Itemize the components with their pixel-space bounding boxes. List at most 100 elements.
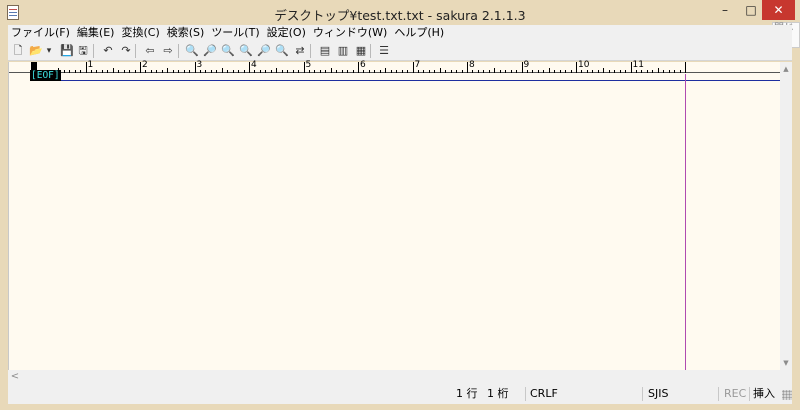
ruler-tick — [390, 70, 392, 73]
ruler-number: 4 — [251, 60, 257, 70]
ruler-tick — [461, 70, 463, 73]
compare-icon[interactable]: ▤ — [317, 43, 333, 59]
replace-icon[interactable]: 🔎 — [256, 43, 272, 59]
menu-item[interactable]: ヘルプ(H) — [391, 25, 448, 41]
menu-item[interactable]: 編集(E) — [74, 25, 119, 41]
ruler-tick — [325, 70, 327, 73]
undo-icon[interactable]: ↶ — [100, 43, 116, 59]
ruler-tick — [96, 70, 98, 73]
jump-icon[interactable]: ⇄ — [292, 43, 308, 59]
menu-item[interactable]: ウィンドウ(W) — [310, 25, 391, 41]
ruler-tick — [74, 70, 76, 73]
ruler-tick — [554, 70, 556, 73]
menu-item[interactable]: ファイル(F) — [8, 25, 74, 41]
ruler-tick — [303, 62, 305, 73]
status-bar: 1 行 1 桁 CRLF SJIS REC 挿入 — [8, 384, 792, 404]
redo-icon[interactable]: ↷ — [118, 43, 134, 59]
ruler-tick — [652, 70, 654, 73]
filter-icon[interactable]: ▦ — [353, 43, 369, 59]
horizontal-scrollbar[interactable]: < — [8, 370, 780, 384]
scroll-left-arrow-icon[interactable]: < — [8, 370, 22, 384]
ruler-number: 8 — [469, 60, 475, 70]
ruler-tick — [118, 70, 120, 73]
ruler-tick — [270, 70, 272, 73]
back-icon[interactable]: ⇦ — [142, 43, 158, 59]
settings-icon[interactable]: ☰ — [376, 43, 392, 59]
ruler-tick — [537, 70, 539, 73]
ruler-tick — [576, 62, 577, 73]
open-dropdown-icon[interactable]: ▾ — [45, 43, 53, 59]
ruler-number: 5 — [305, 60, 312, 70]
ruler-tick — [407, 70, 409, 73]
ruler-tick — [412, 62, 414, 73]
status-divider — [749, 387, 750, 401]
ruler-tick — [614, 70, 616, 73]
ruler-tick — [298, 70, 300, 73]
ruler-tick — [80, 70, 82, 73]
scroll-up-arrow-icon[interactable]: ▲ — [780, 62, 792, 76]
ruler-tick — [674, 70, 676, 73]
grep-icon[interactable]: 🔍 — [238, 43, 254, 59]
menu-item[interactable]: 設定(O) — [264, 25, 310, 41]
ruler-tick — [548, 68, 550, 73]
menu-item[interactable]: 検索(S) — [164, 25, 209, 41]
ruler-tick — [249, 62, 250, 73]
ruler-tick — [85, 62, 87, 73]
status-insert-mode[interactable]: 挿入 — [753, 384, 775, 404]
ruler-tick — [565, 70, 567, 73]
ruler-tick — [543, 70, 545, 73]
scroll-corner — [780, 370, 792, 384]
ruler-tick — [330, 68, 332, 73]
search-next-icon[interactable]: 🔍 — [220, 43, 236, 59]
vertical-scrollbar[interactable]: ▲ ▼ — [780, 62, 792, 370]
minimize-button[interactable]: – — [712, 0, 738, 20]
toolbar-separator — [310, 44, 311, 58]
menu-item[interactable]: ツール(T) — [208, 25, 263, 41]
toolbar-separator — [135, 44, 136, 58]
ruler-tick — [150, 70, 152, 73]
menu-item[interactable]: 変換(C) — [118, 25, 163, 41]
status-encoding[interactable]: SJIS — [648, 384, 668, 404]
close-button[interactable]: ✕ — [762, 0, 795, 20]
ruler-tick — [663, 70, 665, 73]
maximize-button[interactable]: □ — [738, 0, 764, 20]
ruler-tick — [488, 70, 490, 73]
search-prev-icon[interactable]: 🔎 — [202, 43, 218, 59]
outline-icon[interactable]: ▥ — [335, 43, 351, 59]
open-file-icon[interactable]: 📂 — [28, 43, 44, 59]
ruler-tick — [216, 70, 218, 73]
new-file-icon[interactable]: 🗋 — [10, 43, 26, 59]
ruler-tick — [592, 70, 594, 73]
save-all-icon[interactable]: 🖫 — [75, 43, 91, 59]
status-rec[interactable]: REC — [724, 384, 746, 404]
status-line-ending[interactable]: CRLF — [530, 384, 558, 404]
resize-grip[interactable] — [782, 390, 792, 400]
scroll-down-arrow-icon[interactable]: ▼ — [780, 356, 792, 370]
ruler-tick — [352, 70, 354, 73]
title-bar[interactable]: デスクトップ¥test.txt.txt - sakura 2.1.1.3 – □… — [0, 0, 800, 48]
ruler-tick — [167, 68, 169, 73]
ruler-number: 1 — [87, 60, 94, 70]
ruler-tick — [123, 70, 125, 73]
ruler-tick — [510, 70, 512, 73]
toolbar-separator — [178, 44, 179, 58]
ruler-tick — [630, 62, 632, 73]
text-editor-area[interactable]: 1 2 3 4 5 6 7 8 9 10 11 [EOF] — [8, 60, 781, 370]
toolbar-separator — [93, 44, 94, 58]
column-ruler[interactable]: 1 2 3 4 5 6 7 8 9 10 11 — [9, 60, 781, 73]
ruler-tick — [401, 70, 403, 73]
search-icon[interactable]: 🔍 — [184, 43, 200, 59]
status-divider — [525, 387, 526, 401]
cursor-line-underline — [30, 80, 781, 81]
ruler-tick — [161, 70, 163, 73]
ruler-tick — [428, 70, 430, 73]
forward-icon[interactable]: ⇨ — [160, 43, 176, 59]
save-icon[interactable]: 💾 — [59, 43, 75, 59]
ruler-tick — [210, 70, 212, 73]
mark-icon[interactable]: 🔍 — [274, 43, 290, 59]
status-divider — [642, 387, 643, 401]
ruler-tick — [608, 70, 610, 73]
window-title: デスクトップ¥test.txt.txt - sakura 2.1.1.3 — [274, 8, 526, 23]
ruler-tick — [178, 70, 180, 73]
ruler-tick — [238, 70, 240, 73]
